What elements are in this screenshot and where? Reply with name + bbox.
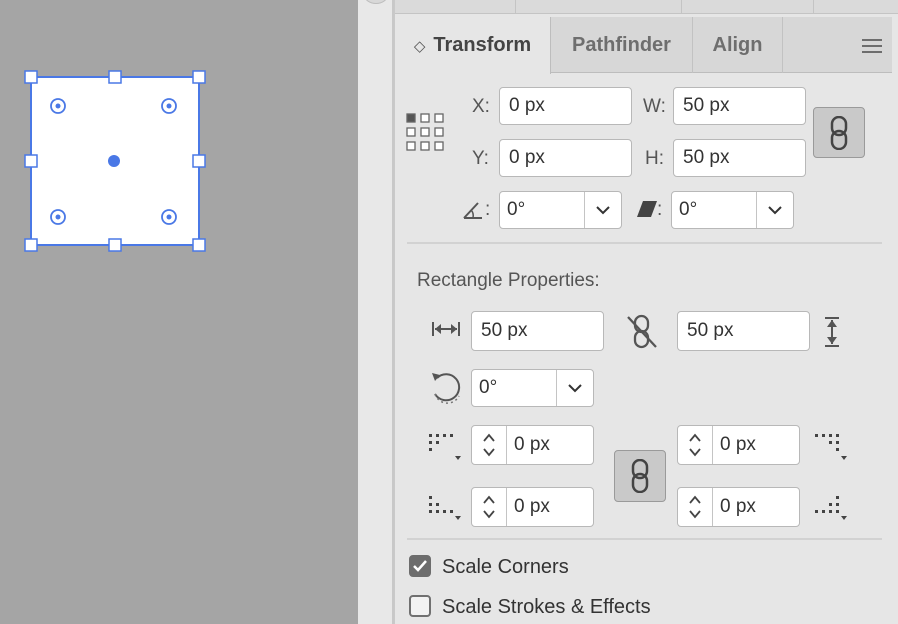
tab-align[interactable]: Align	[693, 17, 783, 73]
corner-top-right-icon[interactable]	[813, 432, 849, 462]
shear-combo[interactable]: 0°	[671, 191, 794, 229]
collapse-knob[interactable]	[364, 0, 388, 4]
corner-bl-stepper[interactable]: 0 px	[471, 487, 594, 527]
link-corners-button[interactable]	[614, 450, 666, 502]
section-divider	[407, 538, 882, 540]
corner-tl-value[interactable]: 0 px	[507, 426, 593, 464]
tab-align-label: Align	[712, 33, 763, 56]
rotate-combo[interactable]: 0°	[499, 191, 622, 229]
corner-rotate-combo[interactable]: 0°	[471, 369, 594, 407]
handle-bottom-left	[24, 238, 38, 252]
handle-bottom-middle	[108, 238, 122, 252]
corner-bl-value[interactable]: 0 px	[507, 488, 593, 526]
panel-dock-gutter	[358, 0, 394, 624]
tab-transform[interactable]: ◇ Transform	[395, 17, 551, 74]
width-arrows-icon	[432, 322, 460, 336]
x-field[interactable]: 0 px	[499, 87, 632, 125]
x-label: X:	[472, 96, 490, 117]
constrain-proportions-button[interactable]	[813, 107, 865, 158]
panel-top-strip	[395, 0, 898, 14]
corner-rotate-value[interactable]: 0°	[472, 370, 556, 406]
stepper-arrows-icon[interactable]	[678, 488, 713, 526]
link-icon	[631, 459, 649, 493]
chevron-down-icon[interactable]	[584, 192, 621, 228]
corner-tl-stepper[interactable]: 0 px	[471, 425, 594, 465]
y-label: Y:	[472, 148, 489, 169]
stepper-arrows-icon[interactable]	[678, 426, 713, 464]
scale-corners-checkbox[interactable]	[409, 555, 431, 577]
link-icon	[830, 115, 848, 150]
corner-tr-stepper[interactable]: 0 px	[677, 425, 800, 465]
panel-menu-icon[interactable]	[862, 39, 882, 57]
properties-panel: ◇ Transform Pathfinder Align X: 0 px W: …	[394, 0, 898, 624]
rect-width-field[interactable]: 50 px	[471, 311, 604, 351]
handle-bottom-right	[192, 238, 206, 252]
corner-tr-value[interactable]: 0 px	[713, 426, 799, 464]
shear-value[interactable]: 0°	[672, 192, 756, 228]
tab-transform-label: Transform	[433, 34, 532, 56]
artboard-canvas[interactable]	[0, 0, 358, 624]
w-label: W:	[643, 96, 666, 117]
handle-top-right	[192, 70, 206, 84]
rotate-value[interactable]: 0°	[500, 192, 584, 228]
corner-top-left-icon[interactable]	[427, 432, 463, 462]
rotate-label: :	[485, 199, 491, 220]
rect-height-field[interactable]: 50 px	[677, 311, 810, 351]
tab-pathfinder[interactable]: Pathfinder	[551, 17, 693, 73]
shear-icon	[637, 201, 657, 217]
corner-bottom-left-icon[interactable]	[427, 494, 463, 524]
rectangle-properties-title: Rectangle Properties:	[417, 270, 600, 291]
y-field[interactable]: 0 px	[499, 139, 632, 177]
unlink-icon[interactable]	[625, 314, 659, 350]
corner-br-value[interactable]: 0 px	[713, 488, 799, 526]
shear-label: :	[657, 199, 663, 220]
corner-bottom-right-icon[interactable]	[813, 494, 849, 524]
handle-middle-left	[24, 154, 38, 168]
corner-rotate-icon	[432, 373, 461, 404]
rotate-angle-icon	[463, 202, 482, 219]
handle-middle-right	[192, 154, 206, 168]
panel-tabs: ◇ Transform Pathfinder Align	[395, 17, 892, 74]
scale-corners-label[interactable]: Scale Corners	[442, 556, 569, 579]
h-field[interactable]: 50 px	[673, 139, 806, 177]
center-point	[108, 155, 120, 167]
chevron-down-icon[interactable]	[756, 192, 793, 228]
scale-strokes-label[interactable]: Scale Strokes & Effects	[442, 596, 651, 619]
tab-pathfinder-label: Pathfinder	[572, 33, 671, 56]
reference-point-icon[interactable]	[406, 113, 446, 153]
h-label: H:	[645, 148, 664, 169]
corner-br-stepper[interactable]: 0 px	[677, 487, 800, 527]
stepper-arrows-icon[interactable]	[472, 488, 507, 526]
handle-top-middle	[108, 70, 122, 84]
height-arrows-icon	[825, 317, 839, 347]
scale-strokes-checkbox[interactable]	[409, 595, 431, 617]
chevron-down-icon[interactable]	[556, 370, 593, 406]
section-divider	[407, 242, 882, 244]
expand-toggle-icon[interactable]: ◇	[414, 37, 426, 55]
handle-top-left	[24, 70, 38, 84]
selected-rectangle[interactable]	[0, 0, 358, 624]
w-field[interactable]: 50 px	[673, 87, 806, 125]
checkmark-icon	[413, 560, 427, 572]
stepper-arrows-icon[interactable]	[472, 426, 507, 464]
